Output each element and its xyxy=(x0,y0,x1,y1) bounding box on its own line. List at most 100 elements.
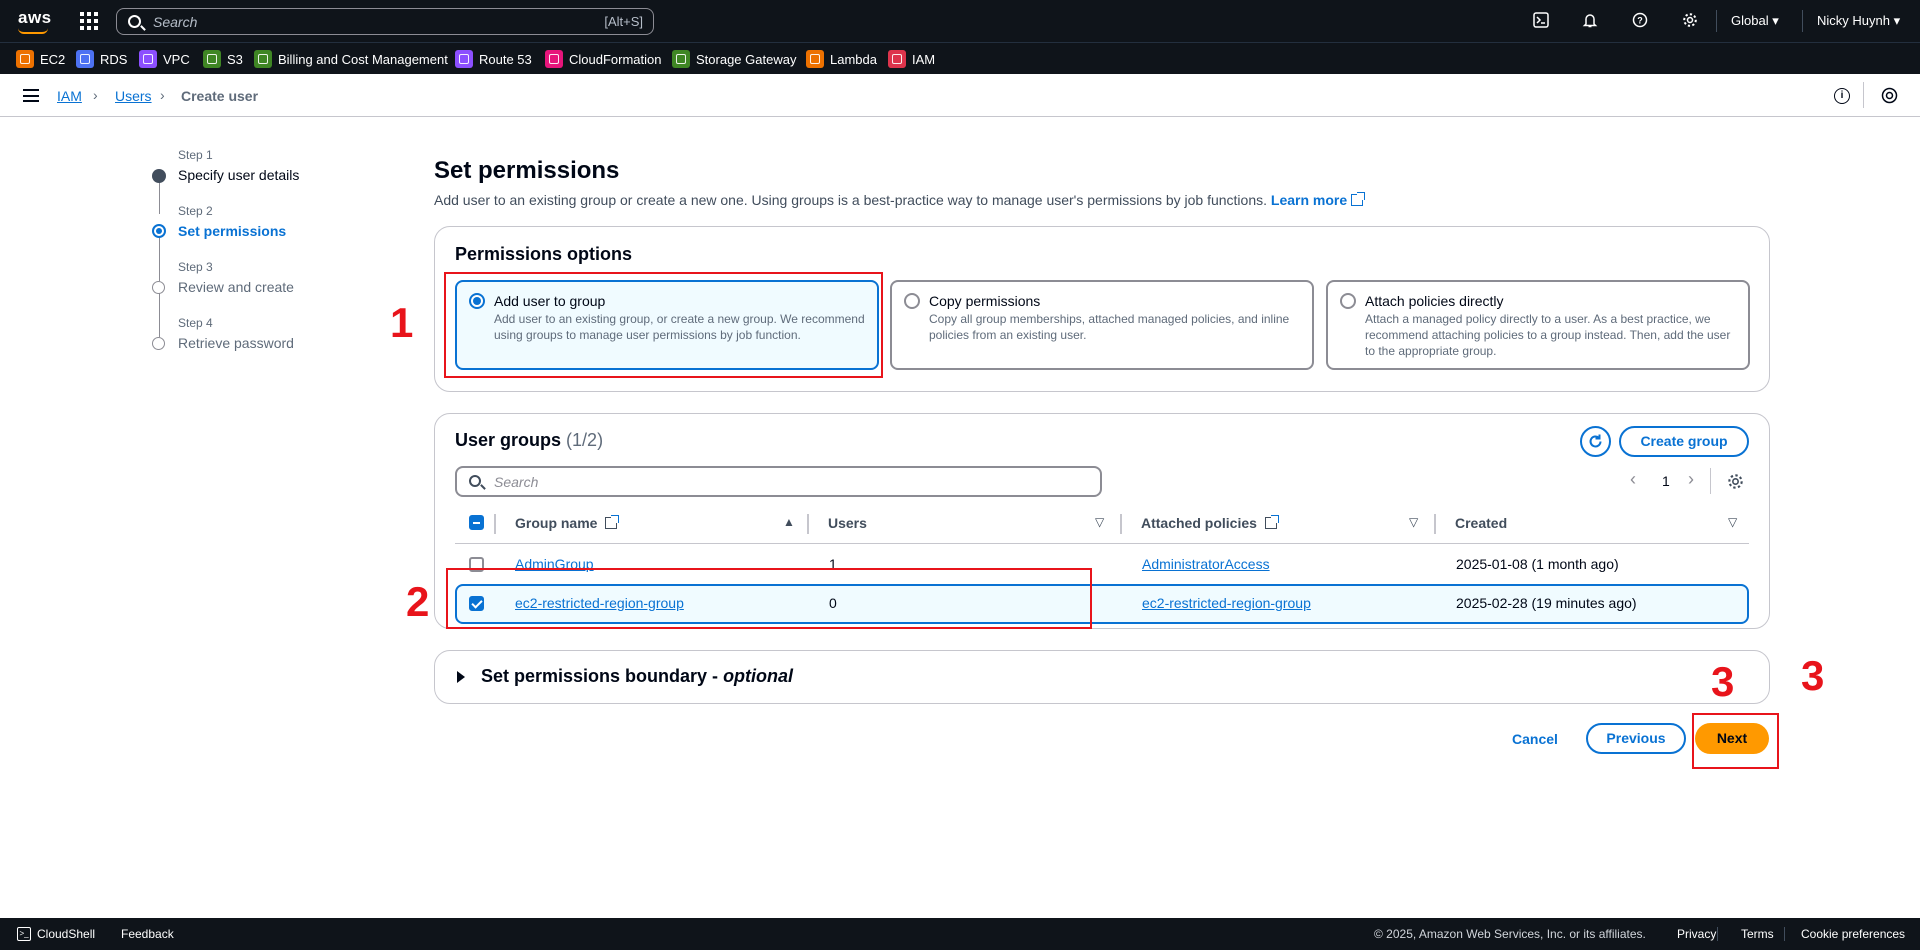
create-group-button[interactable]: Create group xyxy=(1619,426,1749,457)
account-user-name: Nicky Huynh xyxy=(1817,13,1890,28)
user-groups-title-text: User groups xyxy=(455,430,562,450)
external-link-icon xyxy=(1264,515,1279,529)
caret-right-icon[interactable] xyxy=(457,671,465,683)
created-date: 2025-02-28 (19 minutes ago) xyxy=(1456,595,1637,611)
step-4-number: Step 4 xyxy=(178,316,213,330)
step-1-number: Step 1 xyxy=(178,148,213,162)
favorite-label: Route 53 xyxy=(479,51,532,67)
breadcrumb-current: Create user xyxy=(181,88,259,104)
group-search-input[interactable]: Search xyxy=(455,466,1102,497)
previous-page-icon[interactable]: ‹ xyxy=(1630,469,1636,490)
cloudshell-icon[interactable]: >_ xyxy=(17,927,31,941)
sort-ascending-icon[interactable]: ▲ xyxy=(783,515,795,529)
footer-cookie-preferences[interactable]: Cookie preferences xyxy=(1801,927,1905,941)
learn-more-link[interactable]: Learn more xyxy=(1271,192,1366,208)
aws-logo-text: aws xyxy=(18,8,52,27)
favorites-bar: EC2 RDS VPC S3 Billing and Cost Management Ro… xyxy=(0,42,1920,74)
option-title: Attach policies directly xyxy=(1365,293,1504,309)
column-header-users[interactable]: Users xyxy=(828,515,867,531)
cancel-button[interactable]: Cancel xyxy=(1512,731,1558,747)
step-1-label[interactable]: Specify user details xyxy=(178,167,299,183)
favorite-storage-gateway[interactable]: Storage Gateway xyxy=(672,49,796,69)
breadcrumb-iam[interactable]: IAM xyxy=(57,88,82,104)
page-description: Add user to an existing group or create … xyxy=(434,192,1366,208)
step-4-label: Retrieve password xyxy=(178,335,294,351)
user-groups-title: User groups (1/2) xyxy=(455,430,603,451)
table-preferences-icon[interactable] xyxy=(1726,473,1744,491)
cloudshell-icon[interactable] xyxy=(1532,12,1550,30)
step-3-pending-icon xyxy=(152,281,165,294)
aws-logo[interactable]: aws xyxy=(18,8,52,34)
notifications-icon[interactable] xyxy=(1581,12,1599,30)
annotation-number-3-duplicate: 3 xyxy=(1801,652,1825,699)
favorite-label: S3 xyxy=(227,51,243,67)
side-navigation-menu-icon[interactable] xyxy=(23,89,39,102)
favorite-iam[interactable]: IAM xyxy=(888,49,935,69)
next-page-icon[interactable]: › xyxy=(1688,469,1694,490)
favorite-rds[interactable]: RDS xyxy=(76,49,127,69)
search-shortcut: [Alt+S] xyxy=(604,14,643,29)
radio-attach-policies-directly[interactable] xyxy=(1340,293,1356,309)
footer-feedback[interactable]: Feedback xyxy=(121,927,174,941)
service-icon xyxy=(672,50,690,68)
account-menu[interactable]: Nicky Huynh ▾ xyxy=(1817,13,1900,29)
search-placeholder: Search xyxy=(153,14,198,30)
step-2-label: Set permissions xyxy=(178,223,287,239)
favorite-s3[interactable]: S3 xyxy=(203,49,243,69)
global-search-input[interactable]: Search [Alt+S] xyxy=(116,8,654,35)
favorite-label: VPC xyxy=(163,51,190,67)
region-selector[interactable]: Global ▾ xyxy=(1731,13,1779,29)
settings-gear-icon[interactable] xyxy=(1681,12,1699,30)
policy-link[interactable]: ec2-restricted-region-group xyxy=(1142,595,1311,611)
annotation-number-3: 3 xyxy=(1711,658,1735,705)
favorite-ec2[interactable]: EC2 xyxy=(16,49,65,69)
svg-text:?: ? xyxy=(1637,16,1643,26)
policy-link[interactable]: AdministratorAccess xyxy=(1142,556,1270,572)
column-header-created[interactable]: Created xyxy=(1455,515,1507,531)
radio-copy-permissions[interactable] xyxy=(904,293,920,309)
annotation-box-2 xyxy=(446,568,1092,629)
footer-privacy[interactable]: Privacy xyxy=(1677,927,1716,941)
favorite-vpc[interactable]: VPC xyxy=(139,49,190,69)
favorite-cloudformation[interactable]: CloudFormation xyxy=(545,49,662,69)
breadcrumb-bar: IAM › Users › Create user i xyxy=(0,74,1920,117)
external-link-icon xyxy=(605,515,620,529)
option-copy-permissions[interactable]: Copy permissions Copy all group membersh… xyxy=(890,280,1314,370)
favorite-label: Billing and Cost Management xyxy=(278,51,448,67)
sort-icon[interactable]: ▽ xyxy=(1728,515,1737,529)
service-icon xyxy=(203,50,221,68)
footer-terms[interactable]: Terms xyxy=(1741,927,1774,941)
step-2-number: Step 2 xyxy=(178,204,213,218)
column-header-attached-policies[interactable]: Attached policies xyxy=(1141,515,1279,531)
current-page-number[interactable]: 1 xyxy=(1662,473,1670,489)
favorite-billing-and-cost-management[interactable]: Billing and Cost Management xyxy=(254,49,448,69)
help-icon[interactable]: ? xyxy=(1631,12,1649,30)
favorite-route-53[interactable]: Route 53 xyxy=(455,49,532,69)
footer-cloudshell[interactable]: CloudShell xyxy=(37,927,95,941)
favorite-label: Storage Gateway xyxy=(696,51,797,67)
column-header-group-name[interactable]: Group name xyxy=(515,515,620,531)
annotation-box-1 xyxy=(444,272,883,378)
notifications-panel-icon[interactable] xyxy=(1881,87,1898,104)
option-title: Copy permissions xyxy=(929,293,1041,309)
favorite-lambda[interactable]: Lambda xyxy=(806,49,877,69)
breadcrumb-users[interactable]: Users xyxy=(115,88,152,104)
annotation-number-1: 1 xyxy=(390,299,414,346)
favorite-label: RDS xyxy=(100,51,128,67)
service-icon xyxy=(888,50,906,68)
step-3-number: Step 3 xyxy=(178,260,213,274)
permissions-boundary-title[interactable]: Set permissions boundary - optional xyxy=(481,666,793,687)
service-icon xyxy=(806,50,824,68)
sort-icon[interactable]: ▽ xyxy=(1095,515,1104,529)
sort-icon[interactable]: ▽ xyxy=(1409,515,1418,529)
favorite-label: Lambda xyxy=(830,51,877,67)
select-all-checkbox[interactable] xyxy=(469,515,484,530)
services-grid-icon[interactable] xyxy=(80,12,98,30)
external-link-icon xyxy=(1351,192,1366,206)
option-attach-policies-directly[interactable]: Attach policies directly Attach a manage… xyxy=(1326,280,1750,370)
search-icon xyxy=(128,15,141,28)
top-navigation: aws Search [Alt+S] ? Global ▾ Nicky Huyn… xyxy=(0,0,1920,42)
refresh-button[interactable] xyxy=(1580,426,1611,457)
info-icon[interactable]: i xyxy=(1834,88,1850,104)
previous-button[interactable]: Previous xyxy=(1586,723,1686,754)
